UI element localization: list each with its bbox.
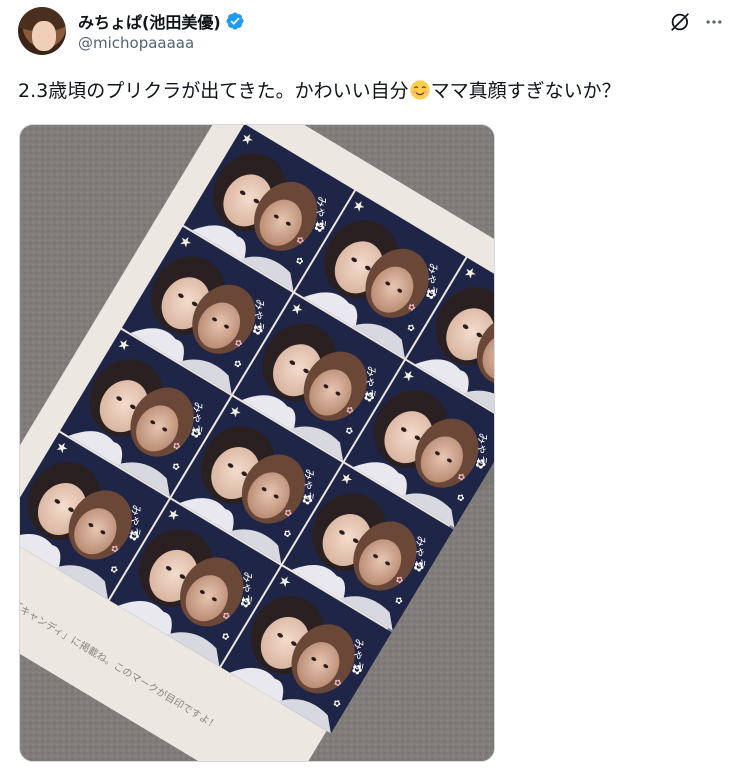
tweet-text: 2.3歳頃のプリクラが出てきた。かわいい自分 ママ真顔すぎないか？ xyxy=(18,78,621,104)
smiling-face-blush-emoji xyxy=(409,79,431,101)
tweet-photo[interactable]: みゃう ✿ ✿ ✿ ★ xyxy=(19,124,495,762)
author-handle[interactable]: @michopaaaaa xyxy=(78,34,194,52)
author-name-row: みちょぱ(池田美優) xyxy=(78,10,245,32)
purikura-photo: みゃう ✿ ✿ ✿ ★ xyxy=(20,125,494,761)
tweet: みちょぱ(池田美優) @michopaaaaa 2.3歳頃のプリクラが出てきた。… xyxy=(0,0,751,781)
avatar[interactable] xyxy=(18,7,66,55)
tweet-text-part-1: 2.3歳頃のプリクラが出てきた。かわいい自分 xyxy=(18,80,409,102)
more-icon[interactable] xyxy=(702,10,726,34)
verified-badge-icon xyxy=(225,11,245,31)
tweet-text-part-2: ママ真顔すぎないか？ xyxy=(430,80,621,102)
author-display-name[interactable]: みちょぱ(池田美優) xyxy=(78,9,221,33)
grok-icon[interactable] xyxy=(668,10,692,34)
